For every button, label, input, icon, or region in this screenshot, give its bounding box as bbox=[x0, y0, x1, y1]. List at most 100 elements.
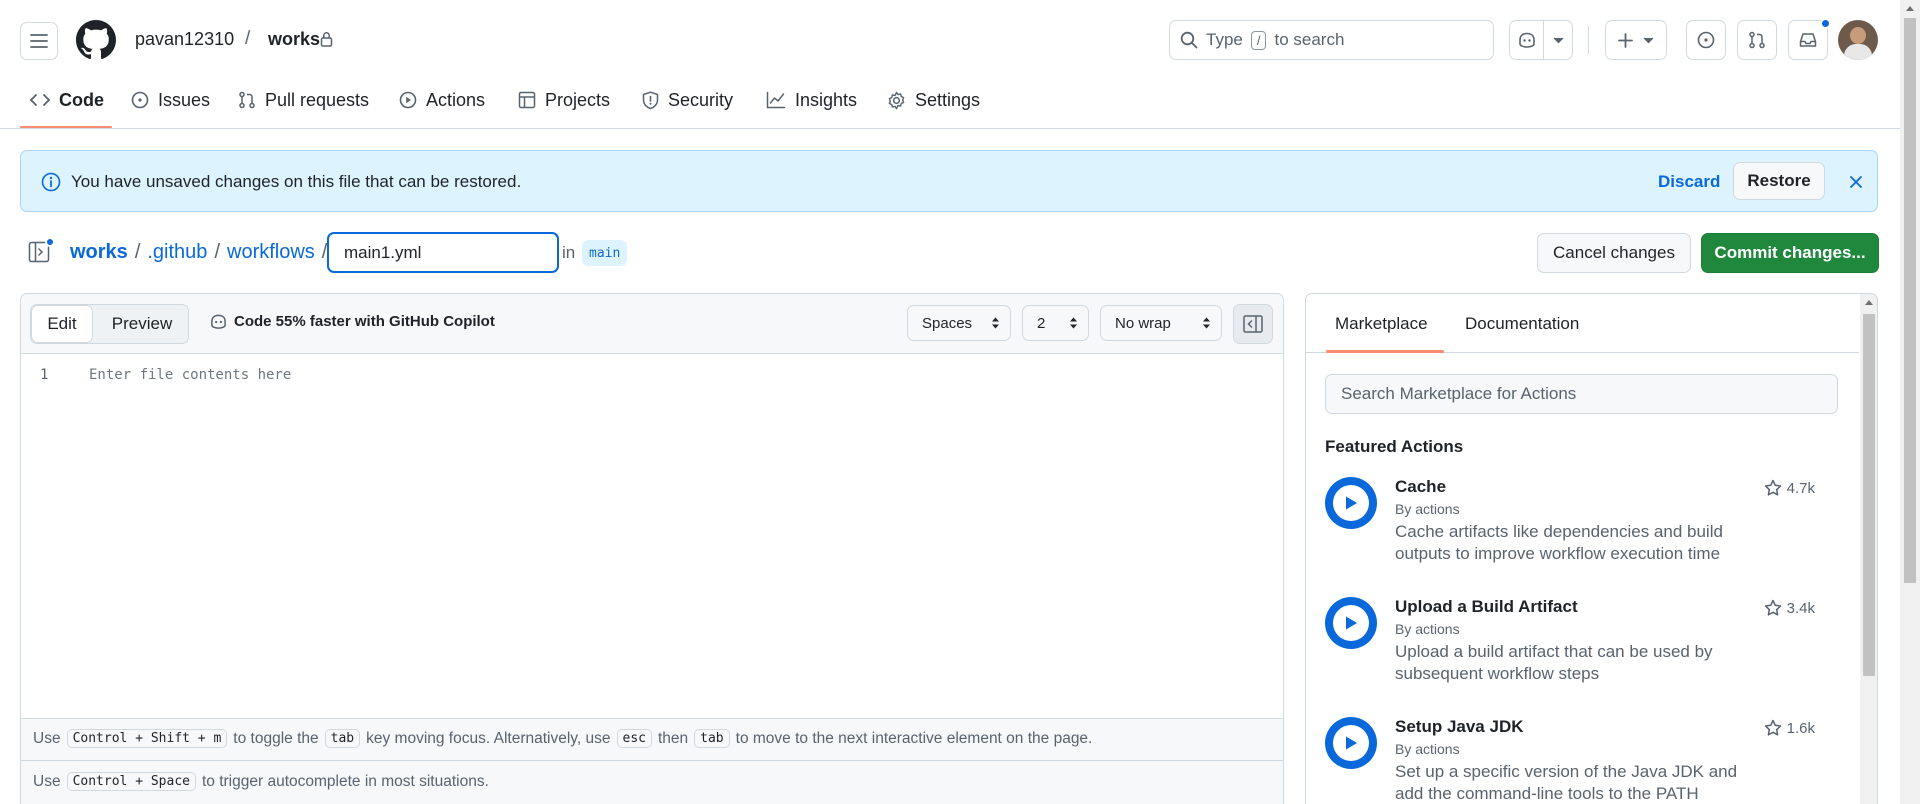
close-icon[interactable] bbox=[1849, 175, 1863, 189]
action-name[interactable]: Cache bbox=[1395, 477, 1446, 497]
tab-pull-requests[interactable]: Pull requests bbox=[238, 80, 369, 120]
notification-indicator bbox=[1820, 18, 1831, 29]
breadcrumb-root[interactable]: works bbox=[70, 241, 128, 264]
play-icon bbox=[1346, 736, 1357, 750]
action-item-setup-java[interactable]: Setup Java JDK By actions Set up a speci… bbox=[1325, 717, 1845, 804]
tab-projects[interactable]: Projects bbox=[518, 80, 610, 120]
unsaved-changes-banner: You have unsaved changes on this file th… bbox=[20, 150, 1878, 212]
star-icon bbox=[1764, 479, 1781, 496]
info-icon bbox=[41, 172, 61, 192]
github-logo-icon[interactable] bbox=[76, 20, 116, 60]
copilot-promo[interactable]: Code 55% faster with GitHub Copilot bbox=[209, 313, 495, 330]
file-tree-indicator bbox=[45, 237, 55, 247]
avatar[interactable] bbox=[1838, 20, 1878, 60]
action-stars-count: 1.6k bbox=[1786, 719, 1815, 737]
copilot-promo-label: Code 55% faster with GitHub Copilot bbox=[234, 313, 495, 330]
shield-icon bbox=[642, 90, 659, 109]
tab-projects-label: Projects bbox=[545, 89, 611, 110]
action-description: Cache artifacts like dependencies and bu… bbox=[1395, 522, 1723, 563]
star-icon bbox=[1764, 599, 1781, 616]
wrap-mode-select[interactable]: No wrap bbox=[1100, 305, 1222, 341]
indent-mode-value: Spaces bbox=[922, 314, 973, 332]
filename-input[interactable]: main1.yml bbox=[327, 232, 559, 273]
tab-preview[interactable]: Preview bbox=[96, 305, 188, 343]
copilot-dropdown-button[interactable] bbox=[1543, 20, 1573, 60]
scroll-up-arrow-icon bbox=[1865, 300, 1873, 305]
line-number: 1 bbox=[40, 367, 49, 383]
action-name[interactable]: Setup Java JDK bbox=[1395, 717, 1524, 737]
action-stars-count: 3.4k bbox=[1786, 599, 1815, 617]
in-label: in bbox=[562, 243, 576, 262]
tab-marketplace[interactable]: Marketplace bbox=[1335, 314, 1428, 334]
copilot-icon bbox=[211, 314, 226, 329]
breadcrumb-dir-workflows[interactable]: workflows bbox=[227, 241, 315, 264]
breadcrumb-dir-github[interactable]: .github bbox=[147, 241, 207, 264]
action-item-upload-artifact[interactable]: Upload a Build Artifact By actions Uploa… bbox=[1325, 597, 1845, 697]
code-icon bbox=[30, 94, 50, 106]
action-logo bbox=[1325, 717, 1377, 769]
indent-size-value: 2 bbox=[1037, 314, 1046, 332]
marketplace-scrollbar[interactable] bbox=[1860, 294, 1877, 804]
search-hint-rest: to search bbox=[1274, 30, 1345, 49]
cancel-changes-button[interactable]: Cancel changes bbox=[1537, 233, 1691, 273]
header-divider bbox=[1588, 26, 1589, 54]
toggle-sidebar-button[interactable] bbox=[1233, 304, 1273, 344]
tab-insights-label: Insights bbox=[795, 89, 858, 110]
tab-security-label: Security bbox=[668, 89, 734, 110]
scrollbar-thumb[interactable] bbox=[1863, 314, 1875, 676]
action-logo bbox=[1325, 477, 1377, 529]
copilot-button[interactable] bbox=[1509, 20, 1544, 60]
owner-link[interactable]: pavan12310 bbox=[135, 29, 234, 50]
marketplace-search-input[interactable]: Search Marketplace for Actions bbox=[1325, 374, 1838, 414]
create-new-button[interactable] bbox=[1605, 20, 1667, 60]
tab-insights[interactable]: Insights bbox=[766, 80, 857, 120]
issues-button[interactable] bbox=[1686, 20, 1726, 60]
star-icon bbox=[1764, 719, 1781, 736]
keyboard-hint-2: Use Control + Space to trigger autocompl… bbox=[33, 772, 492, 791]
lock-icon bbox=[320, 32, 333, 47]
action-item-cache[interactable]: Cache By actions Cache artifacts like de… bbox=[1325, 477, 1845, 577]
repo-link[interactable]: works bbox=[268, 29, 320, 50]
action-stars: 1.6k bbox=[1764, 719, 1815, 737]
tab-issues[interactable]: Issues bbox=[131, 80, 210, 120]
indent-mode-select[interactable]: Spaces bbox=[907, 305, 1011, 341]
tab-issues-label: Issues bbox=[158, 89, 211, 110]
inbox-icon bbox=[1799, 33, 1817, 47]
tab-pull-requests-label: Pull requests bbox=[265, 89, 370, 110]
tab-settings[interactable]: Settings bbox=[887, 80, 980, 120]
page-scrollbar[interactable] bbox=[1900, 0, 1920, 804]
indent-size-select[interactable]: 2 bbox=[1022, 305, 1089, 341]
hint-text: to move to the next interactive element … bbox=[735, 729, 1093, 747]
tab-documentation[interactable]: Documentation bbox=[1465, 314, 1579, 334]
tab-code[interactable]: Code bbox=[30, 80, 104, 120]
issue-opened-icon bbox=[1697, 31, 1715, 49]
global-nav-menu-button[interactable] bbox=[20, 22, 58, 60]
action-name[interactable]: Upload a Build Artifact bbox=[1395, 597, 1578, 617]
table-icon bbox=[518, 91, 536, 109]
tab-settings-label: Settings bbox=[915, 89, 981, 110]
hint-text: Use bbox=[33, 772, 61, 790]
code-editor[interactable]: Enter file contents here bbox=[89, 367, 1269, 707]
action-stars-count: 4.7k bbox=[1786, 479, 1815, 497]
action-stars: 4.7k bbox=[1764, 479, 1815, 497]
global-search-input[interactable]: Type / to search bbox=[1169, 20, 1494, 60]
page-scrollbar-thumb[interactable] bbox=[1904, 18, 1916, 583]
pull-requests-button[interactable] bbox=[1737, 20, 1777, 60]
hamburger-icon bbox=[30, 34, 48, 48]
sidebar-collapse-icon bbox=[1243, 315, 1263, 333]
git-pull-request-icon bbox=[239, 91, 255, 109]
tab-edit[interactable]: Edit bbox=[31, 305, 93, 343]
gear-icon bbox=[888, 91, 905, 109]
restore-button[interactable]: Restore bbox=[1733, 162, 1825, 200]
chevron-down-icon bbox=[1643, 37, 1654, 43]
select-arrows-icon bbox=[1203, 317, 1210, 329]
tab-actions-label: Actions bbox=[426, 89, 486, 110]
file-tree-toggle[interactable] bbox=[28, 237, 55, 264]
select-arrows-icon bbox=[1070, 317, 1077, 329]
tab-actions[interactable]: Actions bbox=[399, 80, 485, 120]
graph-icon bbox=[766, 91, 786, 109]
tab-security[interactable]: Security bbox=[642, 80, 733, 120]
commit-changes-button[interactable]: Commit changes... bbox=[1701, 233, 1879, 273]
select-arrows-icon bbox=[992, 317, 999, 329]
discard-link[interactable]: Discard bbox=[1658, 172, 1720, 192]
